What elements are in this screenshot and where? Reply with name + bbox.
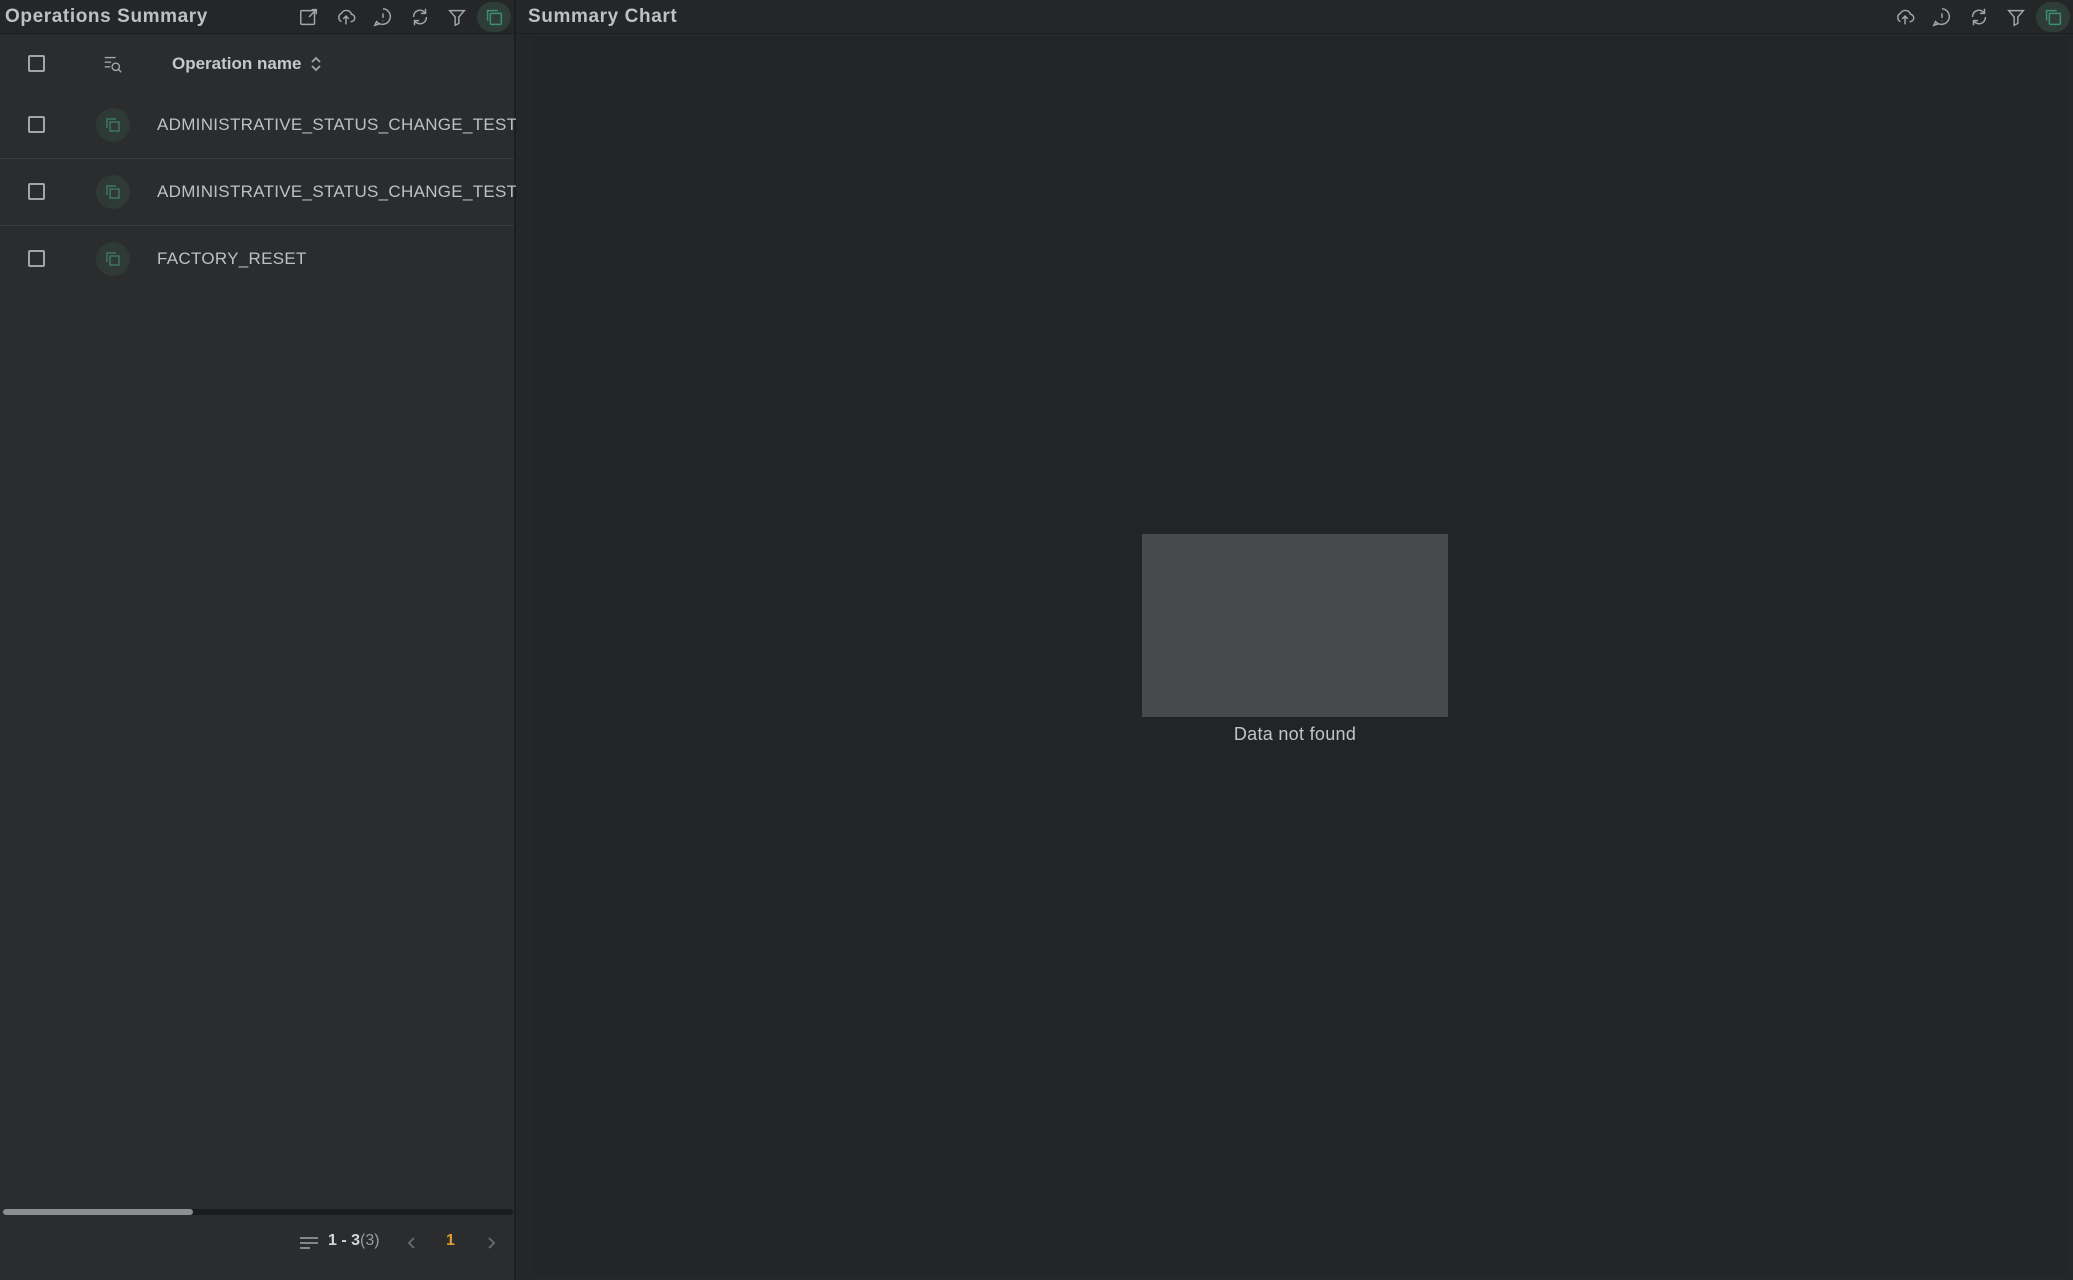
multiselect-icon: [486, 9, 502, 25]
info-button[interactable]: [364, 0, 401, 33]
row-checkbox[interactable]: [28, 116, 45, 133]
operation-name: ADMINISTRATIVE_STATUS_CHANGE_TEST_: [157, 182, 528, 201]
page-total: (3): [360, 1232, 380, 1249]
info-button[interactable]: [1923, 0, 1960, 33]
upload-button[interactable]: [327, 0, 364, 33]
refresh-icon: [1971, 8, 1986, 25]
column-header-label: Operation name: [172, 54, 302, 73]
scrollbar-thumb[interactable]: [3, 1209, 193, 1215]
list-search-icon: [104, 56, 122, 73]
horizontal-scrollbar[interactable]: [3, 1209, 513, 1215]
row-action-button[interactable]: [96, 108, 130, 142]
current-page[interactable]: 1: [446, 1232, 455, 1250]
previous-page-button[interactable]: [402, 1233, 422, 1253]
next-page-button[interactable]: [481, 1233, 501, 1253]
page-range: 1 - 3(3): [328, 1232, 380, 1250]
page-size-icon[interactable]: [298, 1235, 320, 1251]
filter-button[interactable]: [438, 0, 475, 33]
row-action-button[interactable]: [96, 175, 130, 209]
empty-state-message: Data not found: [1233, 724, 1357, 744]
row-checkbox[interactable]: [28, 250, 45, 267]
pagination: 1 - 3(3) 1: [0, 1225, 514, 1261]
export-icon: [299, 8, 317, 25]
panel-toolbar: [1886, 0, 2071, 33]
select-all-checkbox[interactable]: [28, 55, 45, 72]
sort-icon: [311, 56, 322, 72]
filter-button[interactable]: [1997, 0, 2034, 33]
operations-summary-panel: Operations Summary Operation name ADMINI…: [0, 0, 527, 1280]
row-checkbox[interactable]: [28, 183, 45, 200]
chevron-right-icon: [488, 1237, 496, 1249]
filter-icon: [2006, 9, 2025, 26]
panel-title: Summary Chart: [528, 5, 678, 27]
multiselect-icon: [2045, 9, 2061, 25]
table-row[interactable]: FACTORY_RESET: [0, 226, 514, 292]
upload-icon: [337, 9, 355, 24]
info-icon: [1931, 7, 1950, 26]
multiselect-button-bg: [2035, 1, 2070, 32]
panel-title: Operations Summary: [5, 5, 208, 27]
page-range-value: 1 - 3: [328, 1232, 361, 1249]
chevron-left-icon: [407, 1237, 415, 1249]
refresh-button[interactable]: [401, 0, 438, 33]
operation-name: ADMINISTRATIVE_STATUS_CHANGE_TEST: [157, 115, 518, 134]
multiselect-button[interactable]: [2034, 0, 2071, 33]
operation-name: FACTORY_RESET: [157, 249, 307, 268]
upload-button[interactable]: [1886, 0, 1923, 33]
table-header: Operation name: [0, 34, 514, 94]
multiselect-icon: [106, 185, 120, 199]
filter-icon: [447, 9, 466, 26]
panel-toolbar: [290, 0, 512, 33]
empty-state-image: [1142, 534, 1448, 717]
multiselect-icon: [106, 118, 120, 132]
refresh-icon: [412, 8, 427, 25]
column-search-button[interactable]: [100, 51, 126, 77]
multiselect-button-bg: [476, 1, 511, 32]
multiselect-icon: [106, 252, 120, 266]
panel-header: Summary Chart: [516, 0, 2073, 34]
row-action-button[interactable]: [96, 242, 130, 276]
refresh-button[interactable]: [1960, 0, 1997, 33]
panel-header: Operations Summary: [0, 0, 514, 34]
table-row[interactable]: ADMINISTRATIVE_STATUS_CHANGE_TEST: [0, 92, 518, 159]
column-header-operation-name[interactable]: Operation name: [172, 54, 323, 74]
upload-icon: [1896, 9, 1914, 24]
export-button[interactable]: [290, 0, 327, 33]
info-icon: [372, 7, 391, 26]
table-row[interactable]: ADMINISTRATIVE_STATUS_CHANGE_TEST_: [0, 159, 527, 226]
multiselect-button[interactable]: [475, 0, 512, 33]
